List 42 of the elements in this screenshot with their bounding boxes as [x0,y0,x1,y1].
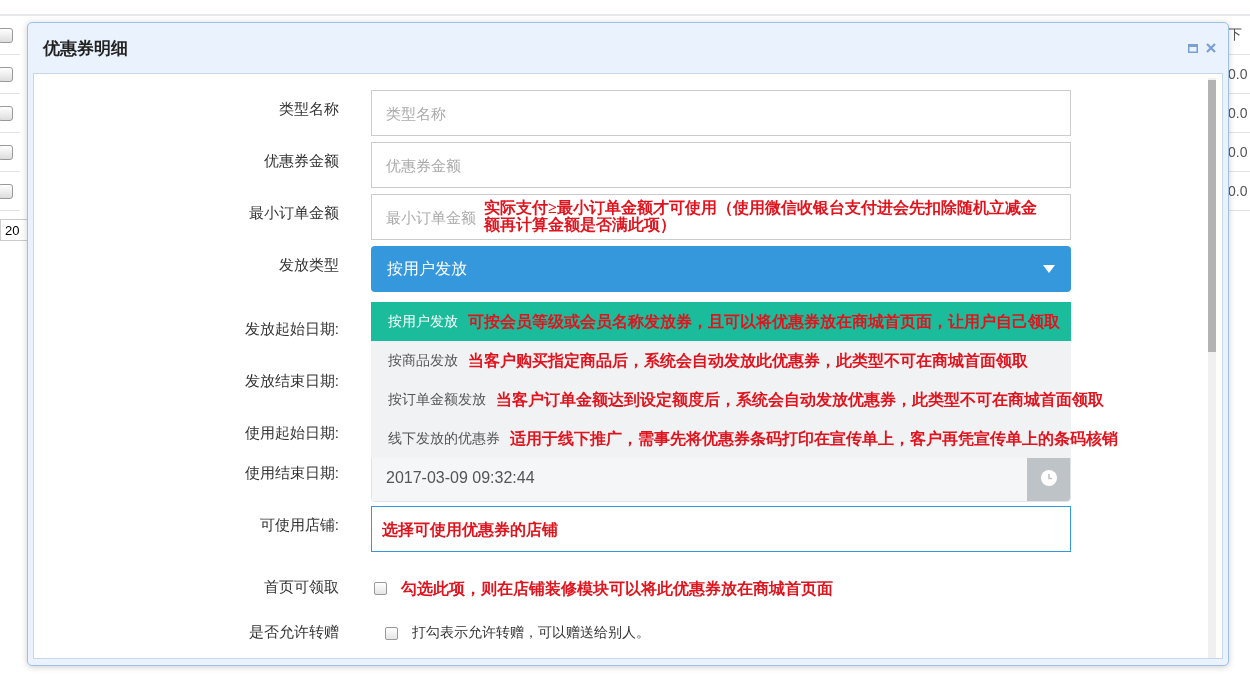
table-cell: 0.0 [1228,144,1248,160]
row-checkbox[interactable] [0,27,13,43]
maximize-icon[interactable] [1188,43,1198,53]
field-label: 使用结束日期: [244,463,339,483]
row-checkbox[interactable] [0,144,13,160]
input-field[interactable]: 优惠券金额 [372,143,1070,187]
scrollbar[interactable] [1208,78,1216,658]
field-label: 发放类型 [279,255,339,275]
row-checkbox[interactable] [0,105,13,121]
annotation-text: 当客户购买指定商品后，系统会自动发放此优惠券，此类型不可在商城首面领取 [468,352,1028,369]
close-icon[interactable] [1206,43,1216,53]
table-cell: 0.0 [1228,183,1248,199]
annotation-text: 勾选此项，则在店铺装修模块可以将此优惠券放在商城首页面 [401,579,833,597]
table-cell: 0.0 [1228,66,1248,82]
field-label: 最小订单金额 [249,203,339,223]
annotation-text: 适用于线下推广，需事先将优惠券条码打印在宣传单上，客户再凭宣传单上的条码核销 [510,430,1118,447]
annotation-text: 可按会员等级或会员名称发放券，且可以将优惠券放在商城首页面，让用户自己领取 [468,313,1060,330]
dialog-title: 优惠券明细 [43,37,128,60]
field-label: 发放结束日期: [244,371,339,391]
table-cell: 0.0 [1228,105,1248,121]
field-label: 类型名称 [279,99,339,119]
field-label: 是否允许转赠 [249,622,339,642]
column-header: 下 [1228,26,1242,44]
field-label: 可使用店铺: [259,515,339,535]
store-field[interactable]: 选择可使用优惠券的店铺 [371,506,1071,552]
input-field[interactable]: 类型名称 [372,91,1070,135]
field-label: 首页可领取 [264,577,339,597]
field-label: 发放起始日期: [244,319,339,339]
field-label: 优惠券金额 [264,151,339,171]
row-checkbox[interactable] [0,183,13,199]
checkbox-label: 打勾表示允许转赠，可以赠送给别人。 [412,624,650,642]
dropdown-option[interactable]: 线下发放的优惠券 适用于线下推广，需事先将优惠券条码打印在宣传单上，客户再凭宣传单上的条码核销 [371,419,1122,458]
dropdown-option[interactable]: 按商品发放 当客户购买指定商品后，系统会自动发放此优惠券，此类型不可在商城首面领取 [371,341,1122,380]
input-field[interactable]: 最小订单金额 [372,195,484,239]
row-checkbox[interactable] [0,66,13,82]
annotation-text: 当客户订单金额达到设定额度后，系统会自动发放优惠券，此类型不可在商城首面领取 [496,391,1104,408]
annotation-text: 实际支付≥最小订单金额才可使用（使用微信收银台支付进会先扣除随机立减金额再计算金额是否满此项） [484,199,1038,233]
field-label: 使用起始日期: [244,423,339,443]
caret-icon [1043,265,1055,273]
checkbox[interactable] [385,626,398,640]
dropdown-option[interactable]: 按订单金额发放 当客户订单金额达到设定额度后，系统会自动发放优惠券，此类型不可在商城首面领取 [371,380,1122,419]
checkbox[interactable] [374,581,387,595]
